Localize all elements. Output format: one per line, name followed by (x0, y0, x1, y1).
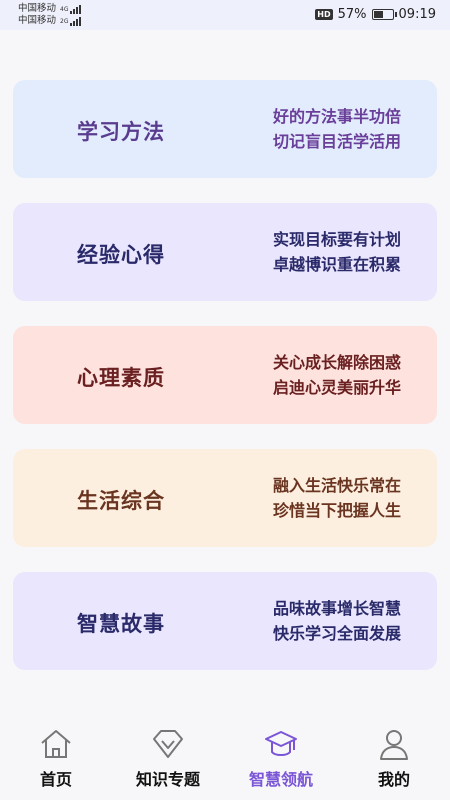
tab-label: 智慧领航 (248, 770, 313, 789)
carrier-1: 中国移动 (18, 3, 57, 14)
diamond-icon (153, 730, 183, 758)
category-card-life[interactable]: 生活综合 融入生活快乐常在 珍惜当下把握人生 (13, 449, 437, 547)
user-icon (380, 730, 408, 760)
category-card-psychology[interactable]: 心理素质 关心成长解除困惑 启迪心灵美丽升华 (13, 326, 437, 424)
card-title: 心理素质 (77, 366, 165, 390)
card-title: 智慧故事 (77, 612, 165, 636)
clock: 09:19 (398, 7, 436, 22)
tab-knowledge-topics[interactable]: 知识专题 (118, 726, 218, 796)
category-card-study-methods[interactable]: 学习方法 好的方法事半功倍 切记盲目活学活用 (13, 80, 437, 178)
status-bar: 中国移动 4G 中国移动 2G HD 57% 09:19 (0, 0, 450, 30)
card-title: 经验心得 (77, 243, 165, 267)
card-description: 实现目标要有计划 卓越博识重在积累 (272, 230, 401, 274)
card-description: 好的方法事半功倍 切记盲目活学活用 (272, 107, 401, 151)
tab-home[interactable]: 首页 (6, 726, 106, 796)
graduation-cap-icon (265, 731, 297, 756)
tab-label: 首页 (39, 770, 72, 789)
tab-mine[interactable]: 我的 (344, 726, 444, 796)
bottom-tab-bar: 首页 知识专题 智慧领航 我的 (0, 720, 450, 800)
card-description: 关心成长解除困惑 启迪心灵美丽升华 (272, 353, 401, 397)
battery-icon (371, 9, 397, 20)
carrier-2: 中国移动 (18, 15, 57, 26)
category-card-wisdom-stories[interactable]: 智慧故事 品味故事增长智慧 快乐学习全面发展 (13, 572, 437, 670)
battery-percent: 57% (337, 7, 367, 22)
card-description: 品味故事增长智慧 快乐学习全面发展 (272, 599, 401, 643)
signal-icon: 4G (60, 4, 82, 14)
tab-label: 知识专题 (135, 770, 200, 789)
tab-wisdom-guide[interactable]: 智慧领航 (231, 726, 331, 796)
card-description: 融入生活快乐常在 珍惜当下把握人生 (272, 476, 401, 520)
card-title: 学习方法 (77, 120, 165, 144)
category-card-experience[interactable]: 经验心得 实现目标要有计划 卓越博识重在积累 (13, 203, 437, 301)
carrier-info: 中国移动 4G 中国移动 2G (18, 3, 82, 27)
hd-icon: HD (315, 9, 333, 20)
card-title: 生活综合 (77, 489, 165, 513)
signal-icon: 2G (60, 16, 82, 26)
home-icon (41, 730, 71, 758)
tab-label: 我的 (377, 770, 410, 789)
